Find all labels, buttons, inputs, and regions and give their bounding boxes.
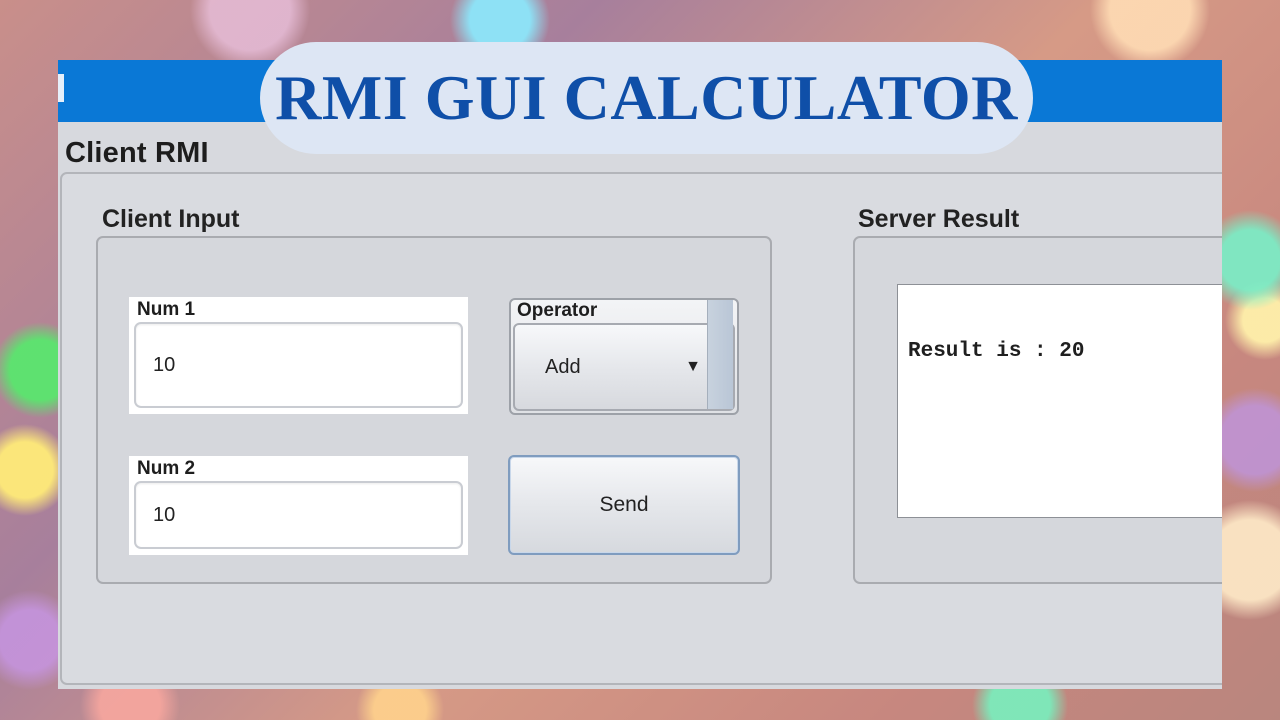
title-banner: RMI GUI CALCULATOR xyxy=(260,42,1033,154)
chevron-down-icon[interactable]: ▼ xyxy=(685,325,701,409)
operator-combo-container: Operator Add ▼ xyxy=(509,298,739,415)
operator-select[interactable]: Add ▼ xyxy=(513,300,735,411)
app-window: Client RMI Client Input Num 1 10 Num 2 1… xyxy=(58,60,1222,689)
operator-scrollbar[interactable] xyxy=(707,300,733,409)
operator-label: Operator xyxy=(517,300,598,321)
num2-field-container: Num 2 10 xyxy=(129,456,468,555)
send-button[interactable]: Send xyxy=(508,455,740,555)
num1-input[interactable]: 10 xyxy=(134,322,463,408)
window-heading: Client RMI xyxy=(65,137,209,169)
result-text: Result is : 20 xyxy=(908,340,1085,363)
client-input-title: Client Input xyxy=(102,205,240,233)
num2-input[interactable]: 10 xyxy=(134,481,463,549)
window-menu-icon[interactable] xyxy=(58,74,64,102)
num1-field-container: Num 1 10 xyxy=(129,297,468,414)
operator-selected-value: Add xyxy=(545,355,581,378)
banner-title: RMI GUI CALCULATOR xyxy=(275,62,1018,133)
result-text-area[interactable]: Result is : 20 xyxy=(897,284,1222,518)
server-result-title: Server Result xyxy=(858,205,1020,233)
num2-label: Num 2 xyxy=(137,458,196,479)
num1-label: Num 1 xyxy=(137,299,196,320)
